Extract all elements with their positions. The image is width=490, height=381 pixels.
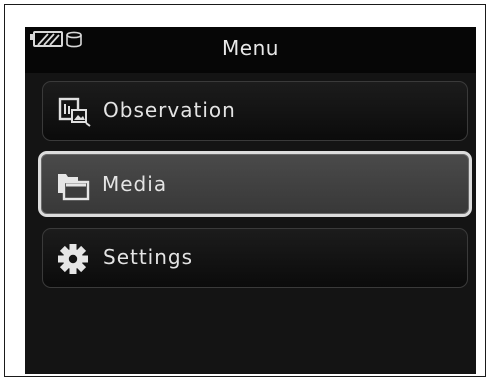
media-folder-icon: [58, 174, 90, 201]
gear-icon: [58, 244, 88, 274]
title-bar: Menu: [25, 27, 476, 73]
observation-icon: [58, 97, 91, 127]
menu-item-label: Media: [102, 172, 168, 196]
page-title: Menu: [222, 36, 279, 60]
device-frame: Menu Observation Media Settings: [4, 4, 486, 377]
device-screen: Menu Observation Media Settings: [25, 27, 476, 374]
menu-item-label: Observation: [103, 98, 236, 122]
menu-item-observation[interactable]: Observation: [42, 81, 468, 141]
menu-item-settings[interactable]: Settings: [42, 228, 468, 288]
menu-item-label: Settings: [103, 245, 194, 269]
menu-item-media[interactable]: Media: [38, 151, 472, 217]
